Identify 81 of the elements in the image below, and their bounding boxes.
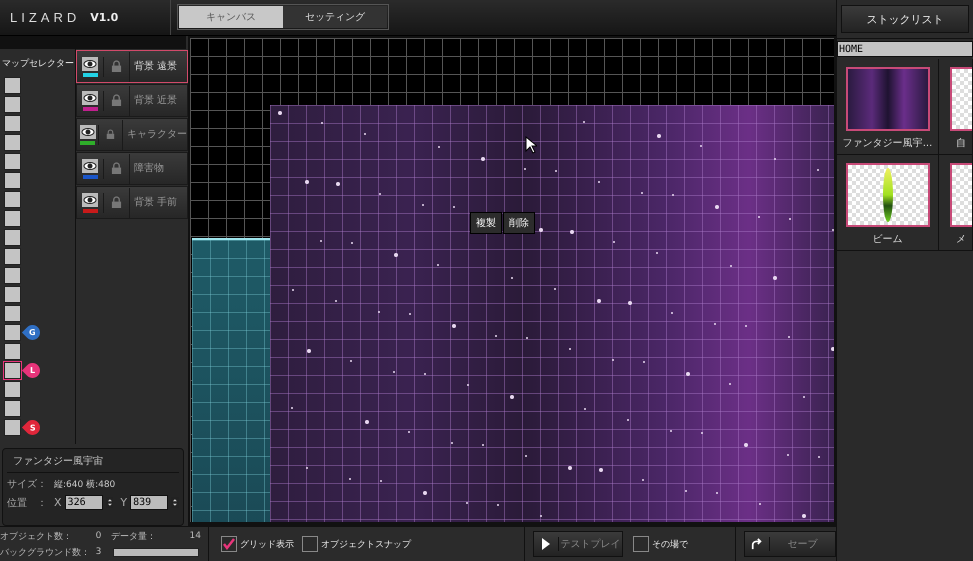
checkbox-label: その場で: [652, 538, 688, 550]
map-cell[interactable]: [4, 362, 21, 378]
map-cell[interactable]: [4, 210, 21, 226]
context-menu-button[interactable]: 複製: [470, 212, 502, 234]
x-input[interactable]: 326: [64, 495, 103, 510]
map-cell[interactable]: [4, 266, 21, 284]
test-play-button[interactable]: テストプレイ: [532, 531, 623, 557]
map-cell[interactable]: [4, 304, 21, 322]
map-cell[interactable]: [4, 190, 21, 208]
map-cell[interactable]: [4, 172, 21, 188]
tab[interactable]: キャンバス: [179, 6, 283, 28]
map-cell[interactable]: [4, 228, 21, 246]
checkbox[interactable]: [632, 536, 649, 552]
eye-icon[interactable]: [82, 192, 98, 206]
eye-icon[interactable]: [82, 158, 98, 172]
lock-icon[interactable]: [111, 162, 122, 175]
checkbox-label: グリッド表示: [240, 538, 294, 550]
layer-row[interactable]: 背景 手前: [76, 186, 188, 219]
layer-row[interactable]: 背景 遠景: [76, 50, 188, 83]
map-cell[interactable]: [4, 286, 21, 302]
y-label: Y: [120, 496, 128, 509]
lock-icon[interactable]: [111, 94, 122, 107]
item-label: メ: [956, 233, 966, 246]
stock-item[interactable]: ファンタジー風宇...: [837, 59, 939, 155]
map-cell[interactable]: [4, 324, 21, 340]
eye-icon[interactable]: [82, 56, 98, 70]
app-logo: LIZARD: [10, 10, 80, 25]
data-amount-label: データ量：: [111, 530, 157, 542]
background-count: 3: [94, 547, 102, 557]
map-cell[interactable]: [4, 400, 21, 416]
map-cell[interactable]: [4, 418, 21, 436]
info-title: ファンタジー風宇宙: [7, 452, 179, 473]
map-selector-title: マップセレクター: [2, 57, 75, 70]
map-cell[interactable]: [4, 134, 21, 150]
item-label: ビーム: [872, 233, 902, 246]
x-label: X: [54, 496, 62, 509]
item-label: 自: [956, 137, 966, 150]
layer-name: 背景 手前: [129, 188, 178, 218]
map-cell[interactable]: [4, 248, 21, 264]
map-cell[interactable]: [4, 152, 21, 170]
item-label: ファンタジー風宇...: [842, 136, 932, 150]
tab[interactable]: セッティング: [283, 6, 387, 28]
map-cell[interactable]: [4, 76, 21, 94]
background-count-label: バックグラウンド数：: [0, 546, 86, 558]
grid-canvas[interactable]: 複製 削除: [190, 38, 834, 522]
size-label: サイズ：: [7, 478, 47, 491]
object-count-label: オブジェクト数：: [0, 530, 73, 542]
save-button[interactable]: セーブ: [744, 531, 836, 557]
data-amount: 14: [188, 531, 201, 541]
map-cell[interactable]: [4, 380, 21, 398]
stock-item[interactable]: ビーム: [837, 155, 939, 251]
stock-item[interactable]: メ: [939, 155, 973, 251]
cursor-icon: [525, 136, 537, 154]
version-label: V1.0: [90, 11, 118, 24]
stock-list-button[interactable]: ストックリスト: [841, 5, 969, 33]
map-cell[interactable]: [4, 96, 21, 112]
layer-name: キャラクター: [122, 120, 187, 150]
layer-name: 背景 遠景: [129, 52, 178, 82]
checkbox[interactable]: [220, 536, 237, 552]
beam-drawing: [882, 168, 892, 222]
stock-item[interactable]: 自: [939, 59, 973, 155]
layer-name: 背景 近景: [129, 86, 178, 116]
checkbox[interactable]: [302, 536, 318, 552]
layer-row[interactable]: キャラクター: [76, 118, 188, 151]
map-cell[interactable]: [4, 114, 21, 132]
lock-icon[interactable]: [111, 196, 122, 209]
context-menu-button[interactable]: 削除: [503, 212, 535, 234]
y-input[interactable]: 839: [130, 495, 168, 510]
eye-icon[interactable]: [82, 90, 98, 104]
eye-icon[interactable]: [80, 124, 96, 138]
layer-row[interactable]: 背景 近景: [76, 84, 188, 117]
object-count: 0: [94, 531, 102, 541]
size-value: 縦:640 横:480: [54, 478, 116, 490]
checkbox-label: オブジェクトスナップ: [320, 538, 411, 550]
layer-name: 障害物: [129, 154, 164, 184]
lock-icon[interactable]: [106, 128, 115, 141]
map-cell[interactable]: [4, 342, 21, 360]
layer-row[interactable]: 障害物: [76, 152, 188, 185]
lock-icon[interactable]: [111, 60, 122, 73]
position-label: 位置 ：: [7, 496, 47, 510]
path-field[interactable]: HOME: [837, 41, 973, 57]
